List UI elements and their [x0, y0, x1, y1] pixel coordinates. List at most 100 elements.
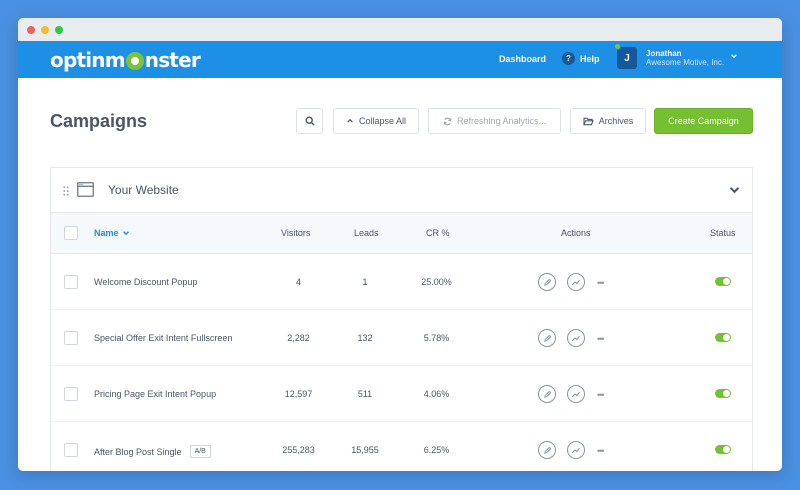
status-toggle[interactable] [715, 389, 731, 398]
leads-value: 511 [357, 389, 373, 399]
select-all-checkbox[interactable] [64, 226, 78, 240]
visitors-value: 12,597 [284, 389, 313, 399]
edit-button[interactable] [538, 273, 556, 291]
user-name[interactable]: Jonathan [646, 49, 682, 58]
campaign-name: Pricing Page Exit Intent Popup [94, 389, 217, 399]
website-campaigns-panel: Your Website Name Visitors Leads CR % Ac… [50, 167, 753, 471]
folder-open-icon [582, 117, 594, 125]
more-options-icon[interactable]: ••• [597, 446, 605, 456]
visitors-column-header: Visitors [281, 228, 311, 238]
help-link[interactable]: ? Help [562, 52, 600, 65]
leads-value: 15,955 [351, 445, 379, 455]
help-icon: ? [562, 52, 575, 65]
name-column-sort[interactable]: Name [94, 228, 130, 238]
page-title: Campaigns [50, 111, 148, 131]
minimize-window-button[interactable] [41, 25, 49, 34]
row-checkbox[interactable] [64, 443, 78, 457]
ab-test-badge: A/B [189, 445, 211, 458]
user-avatar[interactable]: J [614, 43, 637, 69]
visitors-value: 4 [295, 277, 301, 287]
campaign-name: After Blog Post Single [94, 446, 182, 457]
campaign-name-link[interactable]: Pricing Page Exit Intent Popup [94, 389, 216, 399]
chevron-down-icon [122, 231, 129, 236]
edit-button[interactable] [538, 329, 556, 347]
help-label: Help [580, 53, 600, 64]
search-button[interactable] [296, 108, 323, 134]
status-toggle[interactable] [715, 333, 731, 342]
chevron-down-icon[interactable] [729, 186, 740, 194]
edit-button[interactable] [538, 385, 556, 403]
window-titlebar [18, 18, 782, 41]
leads-value: 132 [357, 333, 373, 343]
status-toggle[interactable] [715, 277, 731, 286]
panel-title: Your Website [108, 183, 179, 197]
row-checkbox[interactable] [64, 331, 78, 345]
more-options-icon[interactable]: ••• [597, 334, 605, 344]
more-options-icon[interactable]: ••• [597, 278, 605, 288]
actions-column-header: Actions [561, 228, 591, 238]
trend-line-icon [572, 335, 581, 341]
status-toggle[interactable] [715, 445, 731, 454]
chevron-down-icon[interactable] [730, 52, 738, 60]
online-status-dot [614, 43, 621, 50]
table-header: Name Visitors Leads CR % Actions Status [51, 213, 752, 254]
cr-value: 6.25% [423, 445, 450, 455]
table-row: Welcome Discount Popup 4 1 25.00% ••• [51, 254, 752, 310]
cr-value: 5.78% [423, 333, 450, 343]
analytics-button[interactable] [567, 441, 585, 459]
chevron-up-icon [347, 118, 353, 123]
table-row: Pricing Page Exit Intent Popup 12,597 51… [51, 366, 752, 422]
pencil-icon [543, 334, 551, 342]
optinmonster-logo[interactable]: optinm nster [50, 48, 201, 72]
refresh-analytics-label: Refreshing Analytics... [456, 116, 547, 126]
user-company: Awesome Motive, Inc. [646, 58, 725, 67]
close-window-button[interactable] [27, 25, 35, 34]
campaign-name-link[interactable]: Welcome Discount Popup [94, 277, 197, 287]
name-column-label: Name [94, 228, 119, 238]
campaign-name-link[interactable]: After Blog Post Single A/B [94, 445, 211, 458]
campaign-name-link[interactable]: Special Offer Exit Intent Fullscreen [94, 333, 232, 343]
refresh-analytics-button[interactable]: Refreshing Analytics... [428, 108, 561, 134]
collapse-all-label: Collapse All [358, 116, 407, 126]
pencil-icon [543, 278, 551, 286]
logo-text-start: optinm [50, 48, 126, 72]
analytics-button[interactable] [567, 273, 585, 291]
browser-window-icon [77, 182, 94, 197]
panel-header[interactable]: Your Website [51, 168, 752, 213]
maximize-window-button[interactable] [55, 25, 63, 34]
leads-column-header: Leads [354, 228, 379, 238]
trend-line-icon [572, 279, 581, 285]
monster-eye-icon [125, 52, 144, 70]
drag-handle-icon[interactable] [63, 186, 69, 196]
pencil-icon [543, 446, 551, 454]
table-row: Special Offer Exit Intent Fullscreen 2,2… [51, 310, 752, 366]
collapse-all-button[interactable]: Collapse All [333, 108, 419, 134]
visitors-value: 2,282 [287, 333, 310, 343]
create-campaign-button[interactable]: Create Campaign [654, 108, 753, 134]
search-icon [304, 116, 314, 126]
cr-column-header: CR % [426, 228, 450, 238]
table-row: After Blog Post Single A/B 255,283 15,955… [51, 422, 752, 471]
avatar-initial: J [624, 52, 630, 64]
campaign-name: Special Offer Exit Intent Fullscreen [94, 333, 233, 343]
row-checkbox[interactable] [64, 387, 78, 401]
leads-value: 1 [362, 277, 368, 287]
row-checkbox[interactable] [64, 275, 78, 289]
trend-line-icon [572, 447, 581, 453]
cr-value: 25.00% [421, 277, 452, 287]
status-column-header: Status [710, 228, 736, 238]
trend-line-icon [572, 391, 581, 397]
campaign-name: Welcome Discount Popup [94, 277, 198, 287]
top-navbar: optinm nster Dashboard ? Help J Jonathan … [18, 41, 782, 78]
analytics-button[interactable] [567, 385, 585, 403]
edit-button[interactable] [538, 441, 556, 459]
more-options-icon[interactable]: ••• [597, 390, 605, 400]
archives-button[interactable]: Archives [570, 108, 646, 134]
refresh-icon [443, 117, 452, 125]
browser-window: optinm nster Dashboard ? Help J Jonathan … [18, 18, 782, 471]
pencil-icon [543, 390, 551, 398]
cr-value: 4.06% [423, 389, 450, 399]
archives-label: Archives [598, 116, 634, 126]
analytics-button[interactable] [567, 329, 585, 347]
dashboard-link[interactable]: Dashboard [499, 54, 546, 64]
